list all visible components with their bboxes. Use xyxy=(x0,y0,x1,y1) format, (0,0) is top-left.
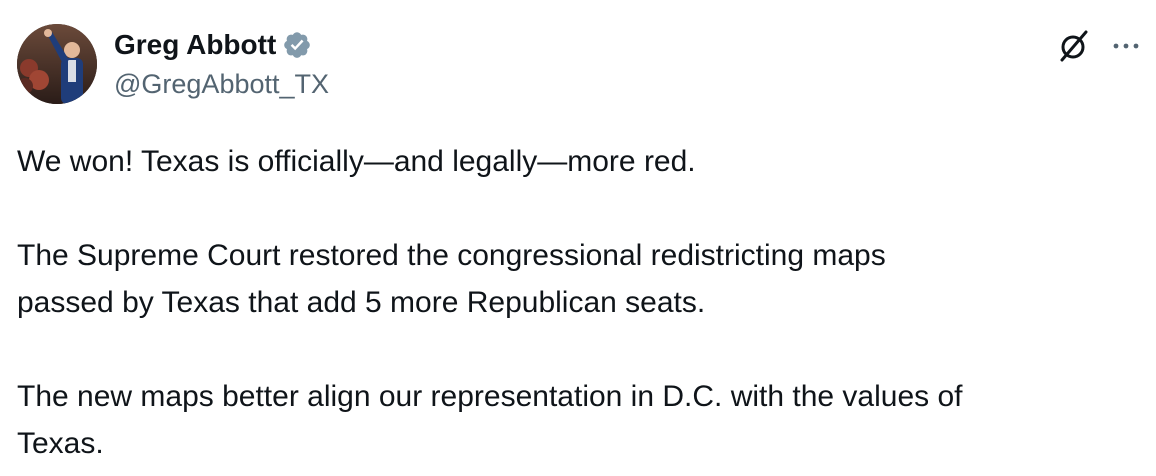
author-display-name[interactable]: Greg Abbott xyxy=(114,29,276,61)
author-handle[interactable]: @GregAbbott_TX xyxy=(114,69,329,100)
author-name-row: Greg Abbott xyxy=(114,28,312,62)
tweet-body: We won! Texas is officially—and legally—… xyxy=(17,138,1142,467)
more-options-icon[interactable] xyxy=(1108,32,1144,60)
tweet-paragraph-3-line-1: The new maps better align our representa… xyxy=(17,380,963,413)
verified-badge-icon[interactable] xyxy=(282,30,312,60)
tweet-paragraph-2-line-2: passed by Texas that add 5 more Republic… xyxy=(17,286,706,319)
grok-icon[interactable] xyxy=(1056,28,1092,64)
avatar-image xyxy=(17,24,97,104)
avatar[interactable] xyxy=(17,24,97,104)
tweet-paragraph-1: We won! Texas is officially—and legally—… xyxy=(17,145,696,178)
tweet-card: Greg Abbott @GregAbbott_TX We won! Texas… xyxy=(0,0,1156,476)
tweet-paragraph-3-line-2: Texas. xyxy=(17,427,104,460)
tweet-paragraph-2-line-1: The Supreme Court restored the congressi… xyxy=(17,239,886,272)
